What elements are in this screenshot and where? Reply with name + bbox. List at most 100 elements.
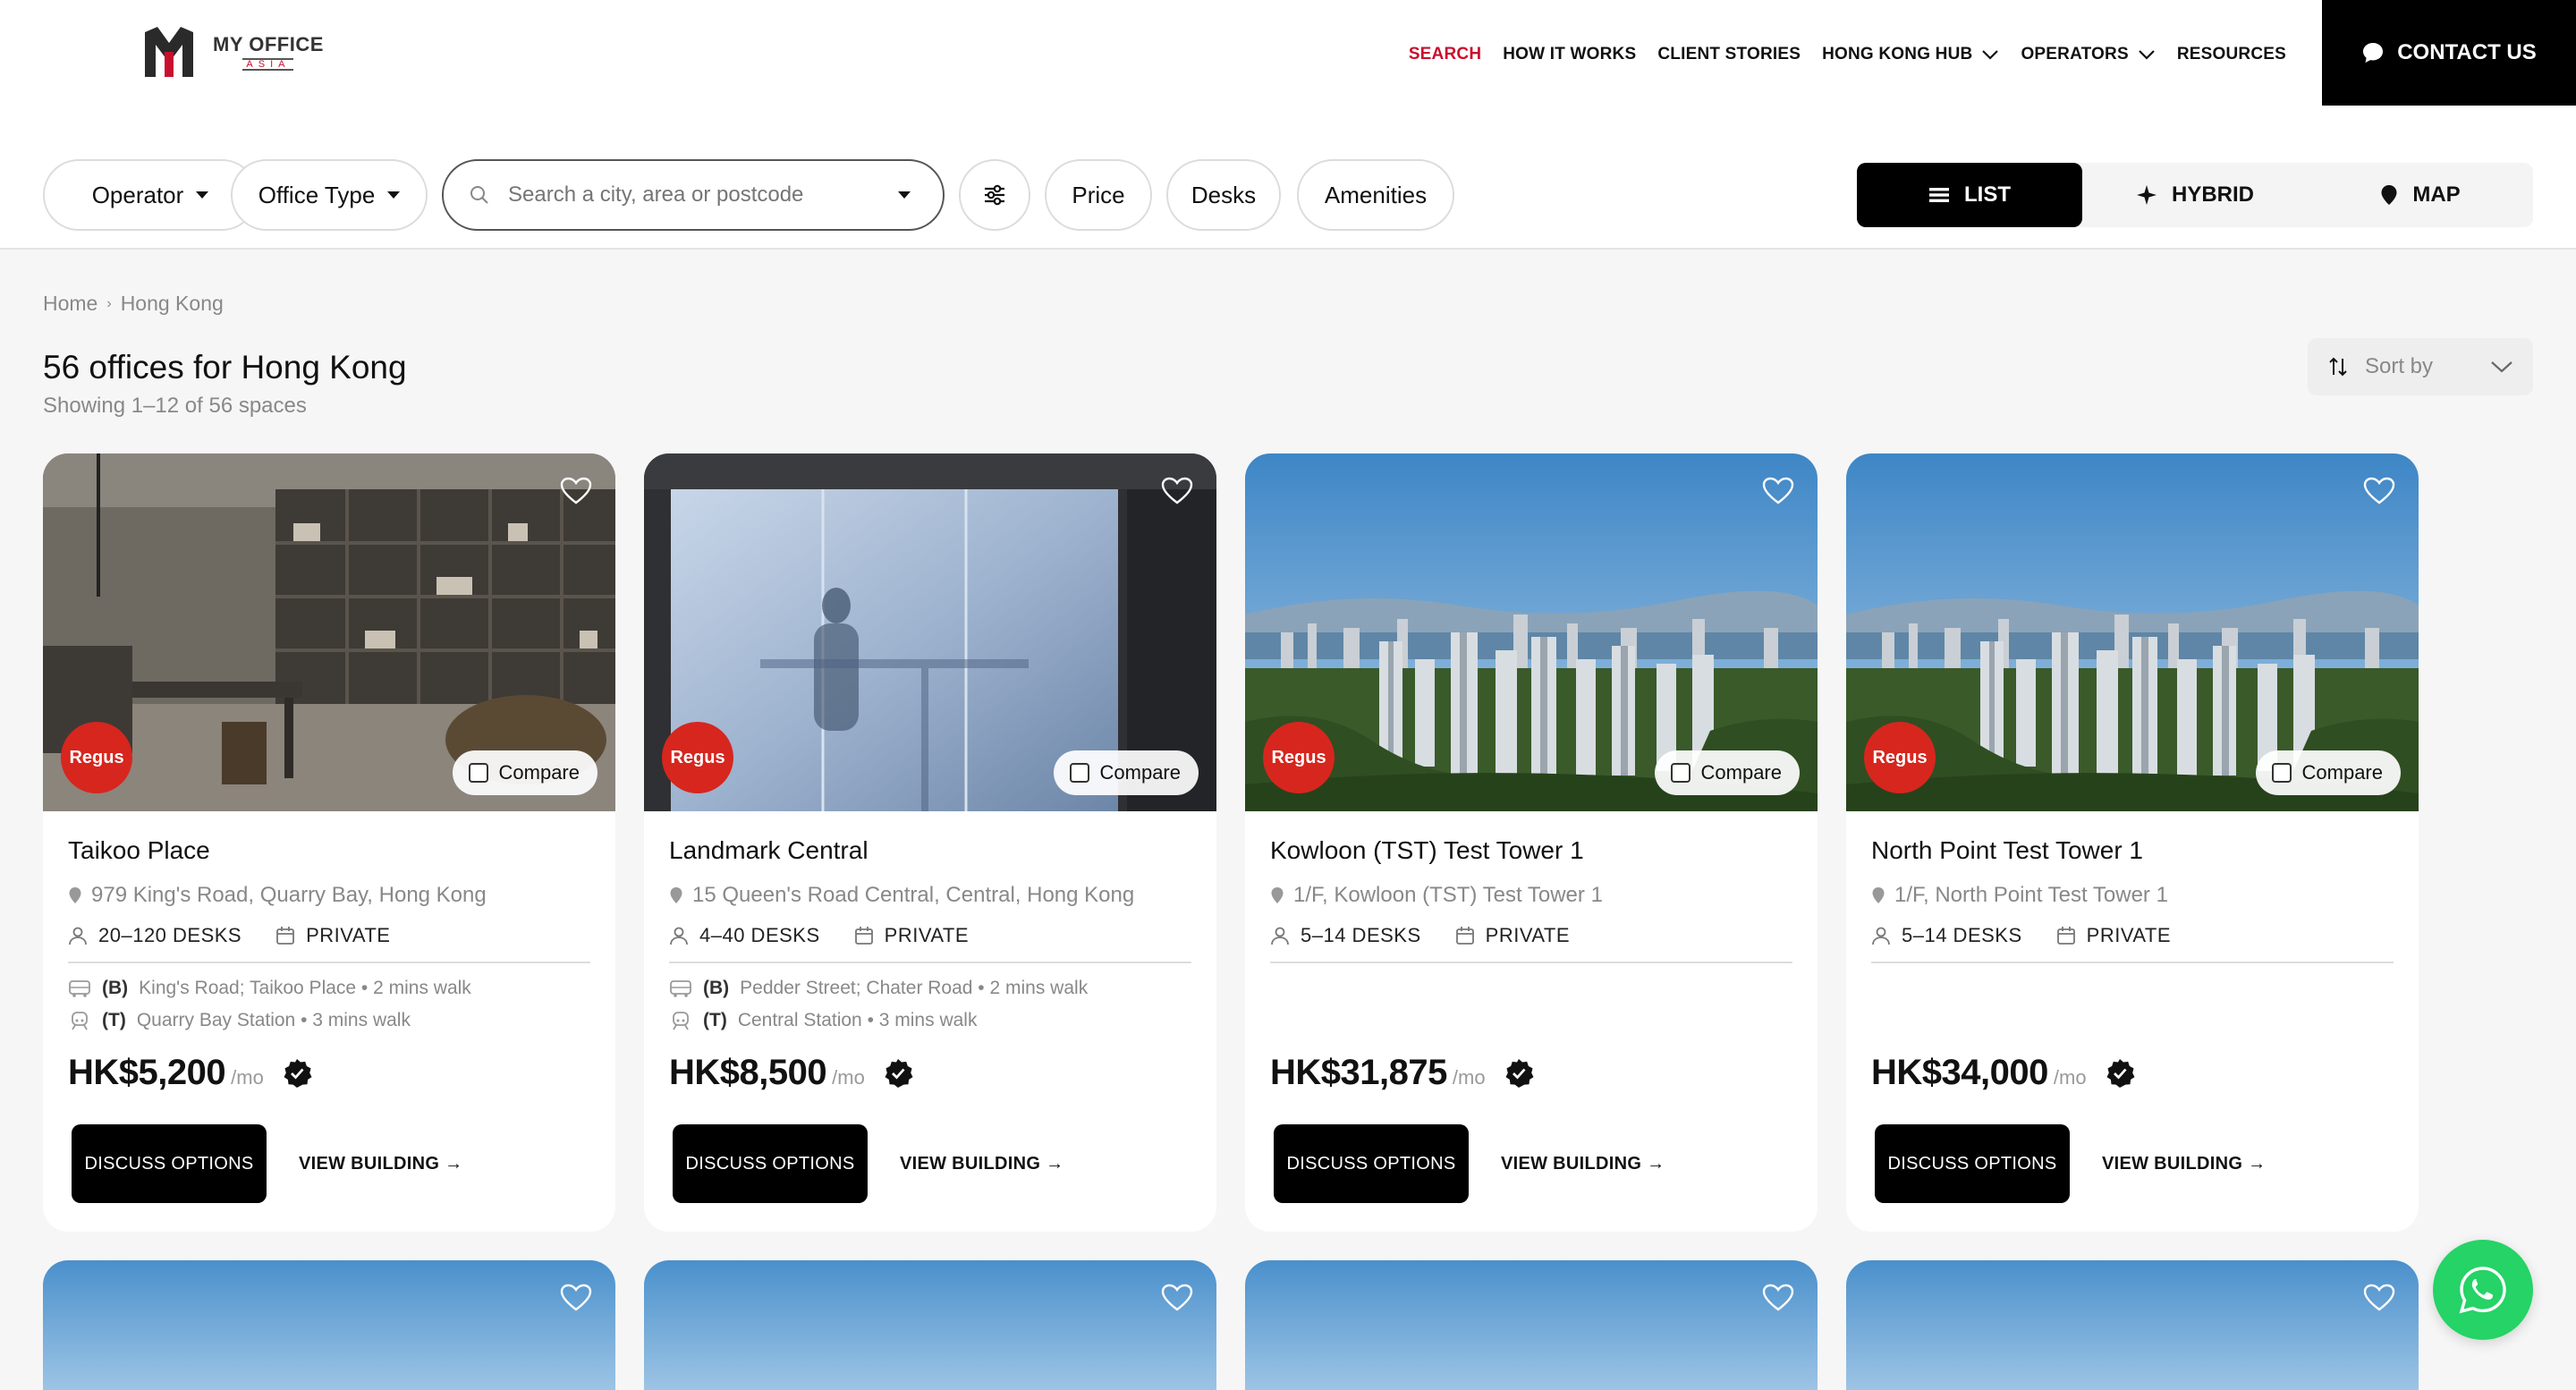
verified-badge-icon — [1505, 1058, 1534, 1088]
breadcrumb: Home › Hong Kong — [43, 292, 224, 316]
results-count: Showing 1–12 of 56 spaces — [43, 394, 307, 418]
map-pin-icon — [1271, 887, 1284, 903]
listing-price: HK$8,500 — [669, 1053, 827, 1092]
listing-card-partial[interactable] — [644, 1260, 1216, 1390]
listing-card[interactable]: Regus Compare Taikoo Place 979 King's Ro… — [43, 453, 615, 1232]
discuss-options-button[interactable]: DISCUSS OPTIONS — [1274, 1124, 1469, 1203]
nav-resources[interactable]: RESOURCES — [2177, 45, 2286, 64]
desks-filter[interactable]: Desks — [1166, 159, 1281, 231]
listing-address: 15 Queen's Road Central, Central, Hong K… — [692, 883, 1135, 907]
price-filter[interactable]: Price — [1045, 159, 1152, 231]
compare-checkbox[interactable] — [468, 763, 488, 783]
listing-desks: 4–40 DESKS — [699, 924, 820, 946]
view-map-button[interactable]: MAP — [2308, 163, 2533, 227]
advanced-filters-button[interactable] — [959, 159, 1030, 231]
listing-image[interactable]: Regus Compare — [43, 453, 615, 811]
compare-toggle[interactable]: Compare — [1654, 750, 1800, 795]
office-type-filter[interactable]: Office Type — [231, 159, 428, 231]
nav-how-it-works[interactable]: HOW IT WORKS — [1503, 45, 1636, 64]
user-icon — [1271, 927, 1289, 945]
listing-card[interactable]: Regus Compare North Point Test Tower 1 1… — [1846, 453, 2419, 1232]
listing-price: HK$5,200 — [68, 1053, 226, 1092]
divider — [1871, 962, 2394, 963]
divider — [68, 962, 590, 963]
heart-icon[interactable] — [560, 1284, 592, 1312]
listing-card-partial[interactable] — [43, 1260, 615, 1390]
listing-image[interactable]: Regus Compare — [1846, 453, 2419, 811]
search-input[interactable] — [508, 182, 880, 208]
logo-tagline: ASIA — [242, 58, 294, 71]
divider — [669, 962, 1191, 963]
heart-icon[interactable] — [1161, 477, 1193, 505]
sort-arrows-icon — [2329, 357, 2347, 377]
whatsapp-icon — [2459, 1267, 2506, 1314]
discuss-options-button[interactable]: DISCUSS OPTIONS — [1875, 1124, 2070, 1203]
listing-card-partial[interactable] — [1245, 1260, 1818, 1390]
compare-toggle[interactable]: Compare — [452, 750, 597, 795]
view-building-link[interactable]: VIEW BUILDING → — [2102, 1154, 2266, 1174]
heart-icon[interactable] — [560, 477, 592, 505]
caret-down-icon — [387, 191, 401, 199]
compare-checkbox[interactable] — [1069, 763, 1089, 783]
sky-image — [1846, 1260, 2419, 1390]
bus-icon — [69, 980, 90, 997]
listing-desks: 20–120 DESKS — [98, 924, 242, 946]
discuss-options-button[interactable]: DISCUSS OPTIONS — [72, 1124, 267, 1203]
map-pin-icon — [2381, 185, 2397, 205]
logo[interactable]: MY OFFICE ASIA — [141, 25, 324, 79]
breadcrumb-home[interactable]: Home — [43, 292, 97, 316]
view-list-button[interactable]: LIST — [1857, 163, 2082, 227]
listing-card[interactable]: Regus Compare Kowloon (TST) Test Tower 1… — [1245, 453, 1818, 1232]
compare-toggle[interactable]: Compare — [2255, 750, 2401, 795]
sort-dropdown[interactable]: Sort by — [2308, 338, 2533, 395]
listing-address: 979 King's Road, Quarry Bay, Hong Kong — [91, 883, 487, 907]
listing-card[interactable]: Regus Compare Landmark Central 15 Queen'… — [644, 453, 1216, 1232]
calendar-icon — [276, 927, 295, 945]
location-search[interactable] — [442, 159, 945, 231]
chat-bubble-icon — [2363, 43, 2384, 63]
whatsapp-chat-button[interactable] — [2433, 1240, 2533, 1340]
listing-title[interactable]: Kowloon (TST) Test Tower 1 — [1270, 836, 1792, 865]
view-building-link[interactable]: VIEW BUILDING → — [1501, 1154, 1665, 1174]
train-icon — [673, 1012, 689, 1030]
listing-desks: 5–14 DESKS — [1902, 924, 2022, 946]
listing-title[interactable]: Landmark Central — [669, 836, 1191, 865]
user-icon — [1872, 927, 1890, 945]
listing-price: HK$34,000 — [1871, 1053, 2048, 1092]
view-building-link[interactable]: VIEW BUILDING → — [299, 1154, 462, 1174]
discuss-options-button[interactable]: DISCUSS OPTIONS — [673, 1124, 868, 1203]
heart-icon[interactable] — [1762, 1284, 1794, 1312]
nav-hong-kong-hub[interactable]: HONG KONG HUB — [1822, 45, 1999, 64]
listing-title[interactable]: North Point Test Tower 1 — [1871, 836, 2394, 865]
amenities-filter[interactable]: Amenities — [1297, 159, 1454, 231]
view-building-link[interactable]: VIEW BUILDING → — [900, 1154, 1063, 1174]
compare-toggle[interactable]: Compare — [1053, 750, 1199, 795]
verified-badge-icon — [2106, 1058, 2135, 1088]
nav-operators[interactable]: OPERATORS — [2021, 45, 2155, 64]
breadcrumb-current: Hong Kong — [120, 292, 224, 315]
nav-search[interactable]: SEARCH — [1409, 45, 1481, 64]
map-pin-icon — [1872, 887, 1885, 903]
listing-title[interactable]: Taikoo Place — [68, 836, 590, 865]
heart-icon[interactable] — [1762, 477, 1794, 505]
nav-client-stories[interactable]: CLIENT STORIES — [1657, 45, 1801, 64]
listing-image[interactable]: Regus Compare — [1245, 453, 1818, 811]
operator-badge: Regus — [1864, 722, 1936, 793]
heart-icon[interactable] — [1161, 1284, 1193, 1312]
operator-badge: Regus — [662, 722, 733, 793]
contact-us-button[interactable]: CONTACT US — [2322, 0, 2576, 106]
sky-image — [1245, 1260, 1818, 1390]
compare-checkbox[interactable] — [1670, 763, 1690, 783]
operator-filter[interactable]: Operator — [43, 159, 258, 231]
sky-image — [644, 1260, 1216, 1390]
sky-image — [43, 1260, 615, 1390]
main-nav: SEARCH HOW IT WORKS CLIENT STORIES HONG … — [1409, 45, 2286, 64]
listing-image[interactable]: Regus Compare — [644, 453, 1216, 811]
heart-icon[interactable] — [2363, 1284, 2395, 1312]
heart-icon[interactable] — [2363, 477, 2395, 505]
caret-down-icon[interactable] — [898, 191, 911, 199]
compare-checkbox[interactable] — [2271, 763, 2292, 783]
view-hybrid-button[interactable]: HYBRID — [2082, 163, 2308, 227]
listing-card-partial[interactable] — [1846, 1260, 2419, 1390]
listing-address: 1/F, Kowloon (TST) Test Tower 1 — [1293, 883, 1603, 907]
